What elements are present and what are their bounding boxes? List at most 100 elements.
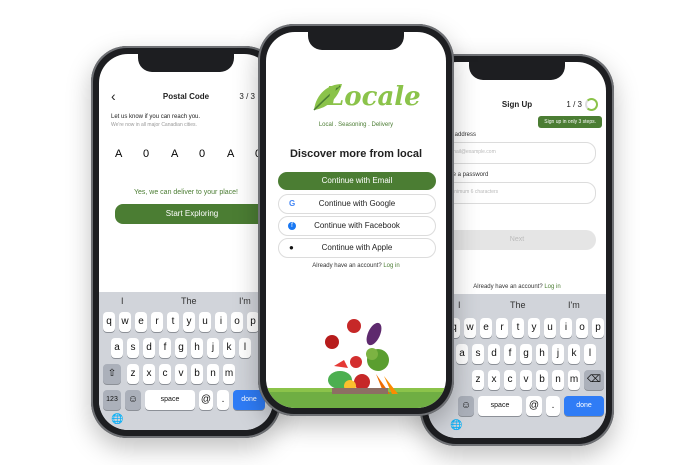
- emoji-icon: ☺: [127, 394, 139, 405]
- key[interactable]: x: [143, 364, 155, 384]
- vegetables-image: [266, 319, 446, 408]
- space-key[interactable]: space: [145, 390, 195, 410]
- apple-icon: ●: [289, 243, 294, 252]
- key[interactable]: y: [183, 312, 195, 332]
- suggestion[interactable]: I'm: [239, 296, 251, 306]
- key[interactable]: r: [496, 318, 508, 338]
- key[interactable]: f: [504, 344, 516, 364]
- key[interactable]: p: [592, 318, 604, 338]
- globe-icon[interactable]: 🌐: [450, 420, 462, 431]
- key[interactable]: u: [544, 318, 556, 338]
- key[interactable]: i: [560, 318, 572, 338]
- key[interactable]: f: [159, 338, 171, 358]
- key[interactable]: k: [568, 344, 580, 364]
- key[interactable]: n: [207, 364, 219, 384]
- locale-logo: Locale: [266, 76, 446, 118]
- done-key[interactable]: done: [564, 396, 604, 416]
- key[interactable]: h: [536, 344, 548, 364]
- code-char: 0: [143, 148, 150, 160]
- numbers-key[interactable]: 123: [103, 390, 121, 410]
- key[interactable]: o: [231, 312, 243, 332]
- key[interactable]: o: [576, 318, 588, 338]
- key[interactable]: l: [239, 338, 251, 358]
- continue-with-apple-button[interactable]: ● Continue with Apple: [278, 238, 436, 258]
- key[interactable]: j: [207, 338, 219, 358]
- dot-key[interactable]: .: [217, 390, 229, 410]
- key[interactable]: g: [175, 338, 187, 358]
- subprompt-text: We're now in all major Canadian cities.: [111, 122, 197, 128]
- key[interactable]: x: [488, 370, 500, 390]
- key[interactable]: k: [223, 338, 235, 358]
- at-key[interactable]: @: [526, 396, 542, 416]
- headline: Discover more from local: [289, 148, 423, 160]
- key[interactable]: a: [456, 344, 468, 364]
- key[interactable]: r: [151, 312, 163, 332]
- key[interactable]: d: [143, 338, 155, 358]
- key[interactable]: l: [584, 344, 596, 364]
- key[interactable]: t: [167, 312, 179, 332]
- login-link[interactable]: Log in: [544, 284, 560, 290]
- suggestion[interactable]: The: [181, 296, 197, 306]
- key[interactable]: q: [103, 312, 115, 332]
- postal-code-input[interactable]: A 0 A 0 A 0: [107, 148, 267, 166]
- key[interactable]: c: [159, 364, 171, 384]
- button-label: Continue with Facebook: [314, 221, 400, 230]
- key[interactable]: s: [127, 338, 139, 358]
- key[interactable]: b: [536, 370, 548, 390]
- key[interactable]: z: [127, 364, 139, 384]
- account-prefix: Already have an account?: [473, 284, 543, 290]
- globe-icon[interactable]: 🌐: [111, 414, 123, 425]
- dot-key[interactable]: .: [546, 396, 560, 416]
- key[interactable]: i: [215, 312, 227, 332]
- key[interactable]: d: [488, 344, 500, 364]
- continue-with-facebook-button[interactable]: f Continue with Facebook: [278, 216, 436, 236]
- key[interactable]: e: [135, 312, 147, 332]
- continue-with-email-button[interactable]: Continue with Email: [278, 172, 436, 190]
- button-label: Start Exploring: [165, 209, 219, 218]
- key[interactable]: m: [568, 370, 580, 390]
- step-counter: 1 / 3: [566, 100, 582, 109]
- key[interactable]: e: [480, 318, 492, 338]
- suggestion[interactable]: I'm: [568, 300, 580, 310]
- emoji-key[interactable]: ☺: [458, 396, 474, 416]
- login-prompt: Already have an account? Log in: [428, 284, 606, 290]
- key[interactable]: n: [552, 370, 564, 390]
- shift-key[interactable]: ⇧: [103, 364, 121, 384]
- google-icon: G: [289, 199, 296, 208]
- suggestion[interactable]: I: [458, 300, 461, 310]
- key[interactable]: w: [464, 318, 476, 338]
- email-field[interactable]: email@example.com: [438, 142, 596, 164]
- button-label: Continue with Apple: [321, 243, 393, 252]
- code-char: A: [171, 148, 179, 160]
- next-button[interactable]: Next: [438, 230, 596, 250]
- continue-with-google-button[interactable]: G Continue with Google: [278, 194, 436, 214]
- login-link[interactable]: Log in: [383, 263, 399, 269]
- space-key[interactable]: space: [478, 396, 522, 416]
- key[interactable]: v: [175, 364, 187, 384]
- suggestion[interactable]: The: [510, 300, 526, 310]
- code-char: A: [115, 148, 123, 160]
- password-placeholder: Minimum 6 characters: [449, 189, 499, 195]
- key[interactable]: w: [119, 312, 131, 332]
- key[interactable]: a: [111, 338, 123, 358]
- key[interactable]: b: [191, 364, 203, 384]
- at-key[interactable]: @: [199, 390, 213, 410]
- start-exploring-button[interactable]: Start Exploring ›: [115, 204, 269, 224]
- delete-key[interactable]: ⌫: [584, 370, 604, 390]
- key[interactable]: h: [191, 338, 203, 358]
- key[interactable]: m: [223, 364, 235, 384]
- logo-text: Locale: [326, 82, 421, 112]
- password-field[interactable]: Minimum 6 characters: [438, 182, 596, 204]
- key[interactable]: y: [528, 318, 540, 338]
- key[interactable]: v: [520, 370, 532, 390]
- phone-notch: [469, 62, 565, 80]
- suggestion[interactable]: I: [121, 296, 124, 306]
- key[interactable]: g: [520, 344, 532, 364]
- key[interactable]: t: [512, 318, 524, 338]
- emoji-key[interactable]: ☺: [125, 390, 141, 410]
- key[interactable]: s: [472, 344, 484, 364]
- key[interactable]: c: [504, 370, 516, 390]
- key[interactable]: u: [199, 312, 211, 332]
- key[interactable]: z: [472, 370, 484, 390]
- key[interactable]: j: [552, 344, 564, 364]
